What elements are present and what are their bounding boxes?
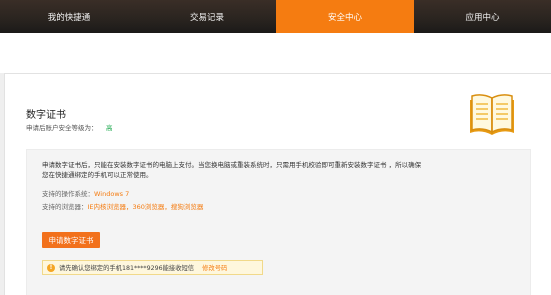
browser-value: IE内核浏览器，360浏览器，搜狗浏览器 [87, 203, 204, 211]
certificate-card: 数字证书 申请后账户安全等级为： 高 申请数字证书后，只能在安装数字证书的电脑上… [4, 73, 551, 295]
book-icon [470, 94, 514, 135]
page-title: 数字证书 [26, 110, 66, 121]
security-level-value: 高 [106, 124, 113, 132]
tab-my-kuaijietong[interactable]: 我的快捷通 [0, 0, 138, 33]
certificate-info-box: 申请数字证书后，只能在安装数字证书的电脑上支付。当您换电脑或重装系统时，只需用手… [26, 149, 531, 295]
tab-app-center[interactable]: 应用中心 [414, 0, 551, 33]
supported-browsers: 支持的浏览器：IE内核浏览器，360浏览器，搜狗浏览器 [42, 201, 203, 211]
description-line-2: 您在快捷通绑定的手机可以正常使用。 [42, 171, 153, 179]
os-label: 支持的操作系统： [42, 190, 94, 198]
description-line-1: 申请数字证书后，只能在安装数字证书的电脑上支付。当您换电脑或重装系统时，只需用手… [42, 161, 422, 169]
security-level-label: 申请后账户安全等级为： [26, 124, 98, 132]
supported-os: 支持的操作系统：Windows 7 [42, 188, 129, 198]
apply-certificate-button[interactable]: 申请数字证书 [42, 232, 100, 248]
notice-text: 请先确认您绑定的手机181****9296能接收短信 [59, 265, 195, 272]
warning-icon: ! [47, 263, 55, 272]
browser-label: 支持的浏览器： [42, 203, 88, 211]
phone-notice: ! 请先确认您绑定的手机181****9296能接收短信 修改号码 [42, 260, 263, 275]
header-strip [0, 33, 551, 73]
top-navigation: 我的快捷通 交易记录 安全中心 应用中心 [0, 0, 551, 33]
tab-transaction-records[interactable]: 交易记录 [138, 0, 276, 33]
os-value: Windows 7 [94, 190, 130, 198]
tab-security-center[interactable]: 安全中心 [276, 0, 414, 33]
change-number-link[interactable]: 修改号码 [202, 263, 227, 272]
